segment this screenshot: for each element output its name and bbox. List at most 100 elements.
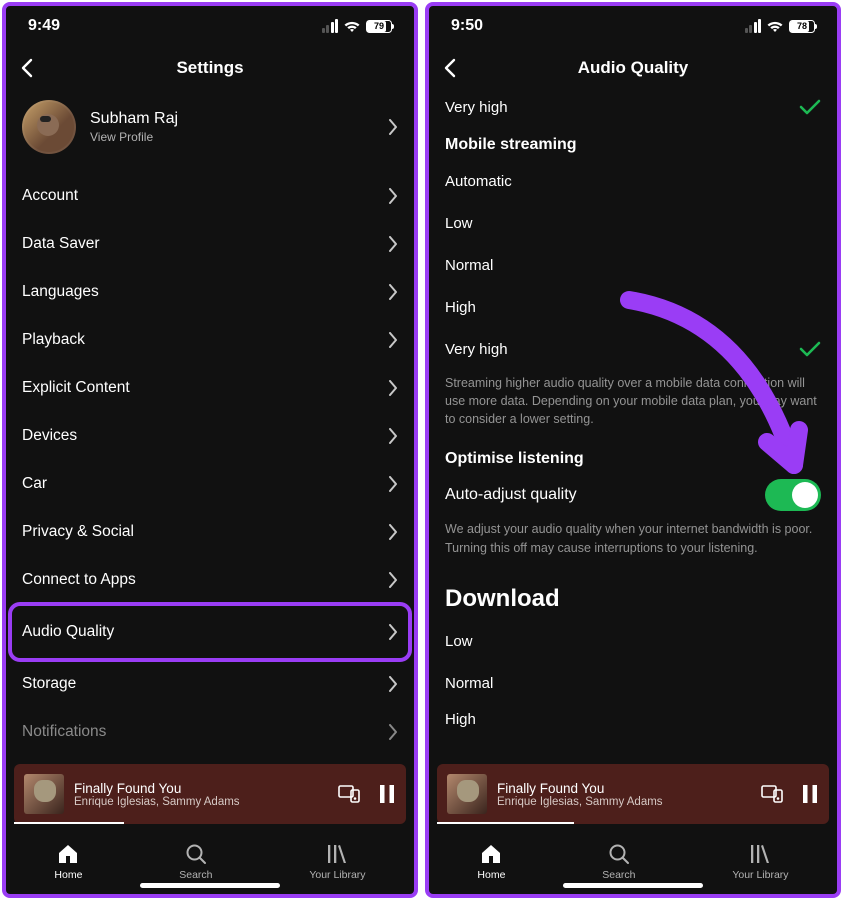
album-art (24, 774, 64, 814)
home-icon (56, 842, 80, 866)
chevron-right-icon (388, 724, 398, 740)
chevron-right-icon (388, 380, 398, 396)
settings-item-car[interactable]: Car (6, 460, 414, 508)
back-button[interactable] (443, 58, 457, 78)
np-title: Finally Found You (497, 781, 751, 796)
cellular-icon (322, 19, 339, 33)
settings-item-playback[interactable]: Playback (6, 316, 414, 364)
nav-header: Settings (6, 46, 414, 90)
progress-bar (14, 822, 124, 825)
screenshot-settings: 9:49 79 Settings Subham Raj View Profile… (2, 2, 418, 898)
screenshot-audio-quality: 9:50 78 Audio Quality Very high Mobile s… (425, 2, 841, 898)
section-optimise-listening: Optimise listening (429, 438, 837, 474)
tab-search[interactable]: Search (602, 842, 635, 881)
settings-item-audio-quality[interactable]: Audio Quality (12, 606, 408, 658)
status-indicators: 78 (745, 19, 816, 33)
library-icon (748, 842, 772, 866)
home-indicator (140, 883, 280, 888)
tab-library[interactable]: Your Library (309, 842, 365, 881)
settings-item-storage[interactable]: Storage (6, 660, 414, 708)
library-icon (325, 842, 349, 866)
connect-device-icon[interactable] (338, 785, 360, 803)
tab-home[interactable]: Home (54, 842, 82, 881)
profile-row[interactable]: Subham Raj View Profile (6, 90, 414, 172)
home-indicator (563, 883, 703, 888)
quality-option-high[interactable]: High (429, 286, 837, 328)
home-icon (479, 842, 503, 866)
settings-item-privacy-social[interactable]: Privacy & Social (6, 508, 414, 556)
auto-adjust-toggle[interactable] (765, 479, 821, 511)
audio-quality-content[interactable]: Very high Mobile streaming Automatic Low… (429, 90, 837, 764)
chevron-right-icon (388, 188, 398, 204)
progress-bar (437, 822, 574, 825)
avatar (22, 100, 76, 154)
quality-option-normal[interactable]: Normal (429, 244, 837, 286)
status-bar: 9:50 78 (429, 6, 837, 46)
chevron-right-icon (388, 236, 398, 252)
settings-list[interactable]: Subham Raj View Profile Account Data Sav… (6, 90, 414, 764)
np-artist: Enrique Iglesias, Sammy Adams (497, 796, 751, 808)
status-time: 9:50 (451, 17, 483, 35)
status-time: 9:49 (28, 17, 60, 35)
now-playing-bar[interactable]: Finally Found You Enrique Iglesias, Samm… (437, 764, 829, 824)
quality-option-very-high-prev[interactable]: Very high (429, 90, 837, 124)
check-icon (799, 341, 821, 357)
download-option-low[interactable]: Low (429, 621, 837, 663)
check-icon (799, 99, 821, 115)
auto-adjust-row: Auto-adjust quality (429, 474, 837, 516)
auto-adjust-hint: We adjust your audio quality when your i… (429, 516, 837, 566)
chevron-right-icon (388, 428, 398, 444)
battery-pct: 78 (790, 20, 814, 32)
pause-button[interactable] (378, 784, 396, 804)
settings-item-notifications[interactable]: Notifications (6, 708, 414, 756)
chevron-right-icon (388, 476, 398, 492)
settings-item-devices[interactable]: Devices (6, 412, 414, 460)
settings-item-explicit-content[interactable]: Explicit Content (6, 364, 414, 412)
nav-header: Audio Quality (429, 46, 837, 90)
np-title: Finally Found You (74, 781, 328, 796)
download-option-normal[interactable]: Normal (429, 663, 837, 705)
chevron-right-icon (388, 624, 398, 640)
tab-library[interactable]: Your Library (732, 842, 788, 881)
status-bar: 9:49 79 (6, 6, 414, 46)
tab-search[interactable]: Search (179, 842, 212, 881)
chevron-right-icon (388, 284, 398, 300)
quality-option-low[interactable]: Low (429, 202, 837, 244)
settings-item-connect-to-apps[interactable]: Connect to Apps (6, 556, 414, 604)
section-mobile-streaming: Mobile streaming (429, 124, 837, 160)
chevron-right-icon (388, 119, 398, 135)
settings-item-data-saver[interactable]: Data Saver (6, 220, 414, 268)
quality-option-very-high[interactable]: Very high (429, 328, 837, 370)
streaming-hint: Streaming higher audio quality over a mo… (429, 370, 837, 438)
wifi-icon (343, 20, 361, 33)
cellular-icon (745, 19, 762, 33)
chevron-right-icon (388, 524, 398, 540)
album-art (447, 774, 487, 814)
page-title: Audio Quality (578, 58, 689, 78)
download-heading: Download (429, 567, 837, 621)
page-title: Settings (176, 58, 243, 78)
download-option-high[interactable]: High (429, 705, 837, 735)
chevron-right-icon (388, 676, 398, 692)
quality-option-automatic[interactable]: Automatic (429, 160, 837, 202)
profile-name: Subham Raj (90, 110, 178, 128)
toggle-label: Auto-adjust quality (445, 486, 577, 504)
settings-item-languages[interactable]: Languages (6, 268, 414, 316)
now-playing-bar[interactable]: Finally Found You Enrique Iglesias, Samm… (14, 764, 406, 824)
search-icon (607, 842, 631, 866)
battery-icon: 78 (789, 20, 815, 33)
settings-item-account[interactable]: Account (6, 172, 414, 220)
tab-home[interactable]: Home (477, 842, 505, 881)
chevron-right-icon (388, 332, 398, 348)
wifi-icon (766, 20, 784, 33)
status-indicators: 79 (322, 19, 393, 33)
search-icon (184, 842, 208, 866)
battery-pct: 79 (367, 20, 391, 32)
chevron-right-icon (388, 572, 398, 588)
back-button[interactable] (20, 58, 34, 78)
pause-button[interactable] (801, 784, 819, 804)
np-artist: Enrique Iglesias, Sammy Adams (74, 796, 328, 808)
battery-icon: 79 (366, 20, 392, 33)
profile-sub: View Profile (90, 130, 178, 144)
connect-device-icon[interactable] (761, 785, 783, 803)
